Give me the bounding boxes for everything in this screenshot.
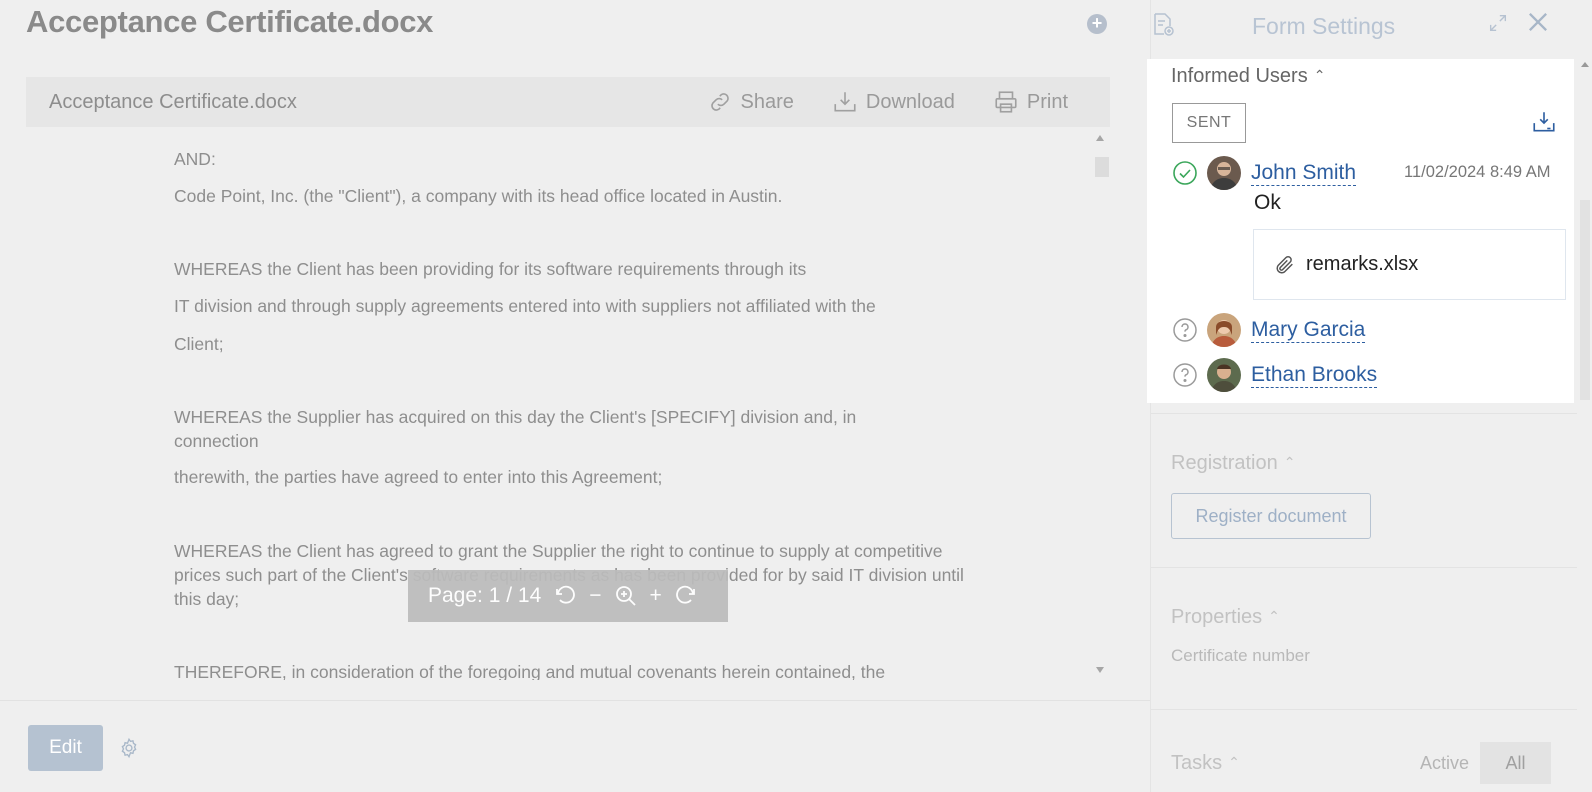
- print-button[interactable]: Print: [993, 89, 1068, 115]
- scroll-up-icon[interactable]: [1581, 62, 1589, 67]
- question-circle-icon: [1173, 318, 1197, 342]
- rotate-right-button[interactable]: [674, 584, 698, 608]
- print-icon: [995, 91, 1017, 113]
- scroll-thumb[interactable]: [1095, 157, 1109, 177]
- registration-title: Registration: [1171, 452, 1278, 474]
- doc-paragraph: AND:: [174, 149, 216, 169]
- tasks-title: Tasks: [1171, 752, 1223, 774]
- rotate-left-icon: [556, 585, 576, 604]
- tasks-filter-all[interactable]: All: [1480, 742, 1551, 784]
- avatar: [1207, 156, 1241, 190]
- user-name-link[interactable]: Ethan Brooks: [1251, 363, 1378, 388]
- gear-icon[interactable]: [118, 737, 140, 759]
- doc-paragraph: Code Point, Inc. (the "Client"), a compa…: [174, 186, 783, 206]
- chevron-up-icon: ⌃: [1228, 754, 1240, 770]
- zoom-in-button[interactable]: +: [650, 584, 662, 608]
- informed-users-title: Informed Users: [1171, 65, 1308, 87]
- chevron-up-icon: ⌃: [1268, 608, 1280, 624]
- zoom-button[interactable]: [614, 584, 638, 608]
- share-label: Share: [740, 90, 794, 113]
- scroll-thumb[interactable]: [1580, 200, 1590, 400]
- attachment-card[interactable]: remarks.xlsx: [1253, 229, 1566, 300]
- register-document-button[interactable]: Register document: [1171, 493, 1371, 539]
- scroll-down-icon[interactable]: [1096, 667, 1104, 673]
- user-row: Mary Garcia: [1172, 312, 1366, 348]
- rotate-left-button[interactable]: [553, 584, 577, 608]
- panel-title: Form Settings: [1252, 13, 1396, 39]
- informed-users-header[interactable]: Informed Users ⌃: [1171, 65, 1325, 88]
- download-label: Download: [865, 90, 955, 113]
- user-comment: Ok: [1254, 191, 1281, 214]
- doc-paragraph: WHEREAS the Client has been providing fo…: [174, 259, 807, 279]
- zoom-icon: [615, 586, 636, 606]
- close-icon[interactable]: [1524, 8, 1552, 36]
- panel-header: Form Settings: [1151, 0, 1592, 58]
- avatar: [1207, 358, 1241, 392]
- properties-title: Properties: [1171, 606, 1263, 628]
- download-button[interactable]: Download: [832, 89, 955, 115]
- viewer-file-name: Acceptance Certificate.docx: [49, 91, 297, 113]
- share-icon: [710, 93, 729, 111]
- panel-scrollbar[interactable]: [1577, 58, 1592, 792]
- tasks-header[interactable]: Tasks ⌃: [1171, 752, 1240, 775]
- doc-paragraph: IT division and through supply agreement…: [174, 296, 876, 316]
- properties-header[interactable]: Properties ⌃: [1171, 606, 1280, 629]
- avatar: [1207, 313, 1241, 347]
- add-circle-icon[interactable]: +: [1087, 14, 1107, 34]
- zoom-out-button[interactable]: −: [589, 584, 601, 608]
- doc-paragraph: therewith, the parties have agreed to en…: [174, 467, 663, 487]
- tasks-filter-active[interactable]: Active: [1409, 742, 1480, 784]
- edit-button[interactable]: Edit: [28, 725, 103, 771]
- document-title: Acceptance Certificate.docx: [26, 4, 434, 39]
- informed-users-section: Informed Users ⌃ SENT John Smith 11/02/2…: [1147, 59, 1574, 403]
- download-archive-icon[interactable]: [1531, 109, 1557, 135]
- doc-paragraph: WHEREAS the Supplier has acquired on thi…: [174, 407, 857, 451]
- download-icon: [834, 92, 856, 112]
- paperclip-icon: [1276, 255, 1293, 274]
- registration-header[interactable]: Registration ⌃: [1171, 452, 1295, 475]
- attachment-name: remarks.xlsx: [1306, 253, 1419, 275]
- user-timestamp: 11/02/2024 8:49 AM: [1404, 163, 1551, 181]
- rotate-right-icon: [675, 585, 695, 604]
- tasks-filter: Active All: [1409, 742, 1551, 784]
- viewer-toolbar: Acceptance Certificate.docx Share Downlo…: [26, 77, 1110, 127]
- registration-section: Registration ⌃ Register document: [1151, 413, 1577, 567]
- tasks-section: Tasks ⌃ Active All: [1151, 709, 1577, 792]
- status-tag: SENT: [1172, 103, 1246, 143]
- print-label: Print: [1026, 90, 1068, 113]
- expand-icon[interactable]: [1487, 12, 1509, 34]
- share-button[interactable]: Share: [707, 89, 794, 115]
- doc-paragraph: Client;: [174, 334, 224, 354]
- user-name-link[interactable]: Mary Garcia: [1251, 318, 1366, 343]
- check-circle-icon: [1173, 161, 1197, 185]
- chevron-up-icon: ⌃: [1283, 454, 1296, 470]
- page-indicator: Page: 1 / 14: [428, 584, 542, 607]
- doc-paragraph: THEREFORE, in consideration of the foreg…: [174, 662, 886, 680]
- form-settings-panel: Form Settings Informed Users ⌃ SENT John…: [1147, 0, 1592, 792]
- user-row: Ethan Brooks: [1172, 357, 1378, 393]
- page-controls: Page: 1 / 14 − +: [408, 570, 728, 622]
- properties-section: Properties ⌃ Certificate number: [1151, 567, 1577, 709]
- question-circle-icon: [1173, 363, 1197, 387]
- user-row: John Smith 11/02/2024 8:49 AM: [1172, 155, 1550, 191]
- chevron-up-icon: ⌃: [1313, 67, 1326, 83]
- form-settings-icon[interactable]: [1151, 12, 1175, 38]
- certificate-number-label: Certificate number: [1171, 646, 1310, 665]
- document-scrollbar[interactable]: [1092, 130, 1110, 678]
- document-footer: Edit: [0, 700, 1150, 792]
- scroll-up-icon[interactable]: [1096, 135, 1104, 141]
- user-name-link[interactable]: John Smith: [1251, 161, 1357, 186]
